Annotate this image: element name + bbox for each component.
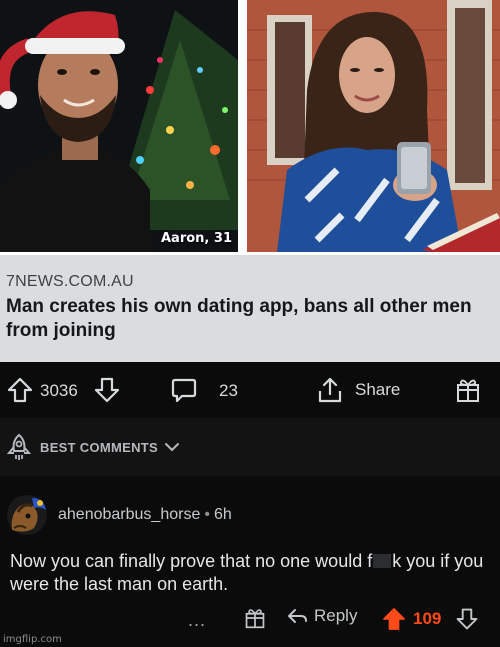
upvote-arrow-filled-icon <box>383 608 405 630</box>
post-comment-count: 23 <box>219 381 238 400</box>
chevron-down-icon <box>165 443 180 452</box>
article-headline: Man creates his own dating app, bans all… <box>6 296 472 341</box>
photo-man-santa-hat: Aaron, 31 <box>0 0 238 252</box>
man-christmas-illustration <box>0 0 238 252</box>
comment-sort-button[interactable]: BEST COMMENTS <box>0 418 500 476</box>
post-share-button[interactable]: Share <box>317 376 400 404</box>
upvote-arrow-icon <box>7 377 33 403</box>
post-vote-count: 3036 <box>40 381 78 400</box>
comment-author[interactable]: ahenobarbus_horse <box>58 506 200 523</box>
reply-button[interactable]: Reply <box>286 606 357 626</box>
rocket-icon <box>6 433 32 460</box>
comment: ahenobarbus_horse • 6h Now you can finally… <box>0 476 500 647</box>
more-options-button[interactable]: ... <box>188 610 206 631</box>
post-downvote-button[interactable] <box>93 376 121 404</box>
article-source: 7NEWS.COM.AU <box>6 273 134 290</box>
comment-body-part-1: Now you can finally prove that no one wo… <box>10 551 373 571</box>
comment-author-line: ahenobarbus_horse • 6h <box>58 506 232 524</box>
woman-phone-illustration <box>247 0 500 252</box>
award-gift-icon <box>457 379 479 402</box>
comment-bubble-icon <box>171 378 197 403</box>
avatar[interactable] <box>6 494 48 536</box>
horse-avatar-icon <box>7 495 47 535</box>
watermark: imgflip.com <box>3 634 62 645</box>
reply-label: Reply <box>314 606 358 625</box>
post-comments-button[interactable] <box>170 376 198 404</box>
separator-dot: • <box>204 506 210 523</box>
comment-score: 109 <box>413 609 442 628</box>
comment-body: Now you can finally prove that no one wo… <box>10 550 495 596</box>
post-action-bar: 3036 23 Share <box>0 362 500 418</box>
article-link-card[interactable]: 7NEWS.COM.AU Man creates his own dating … <box>0 255 500 362</box>
post-award-button[interactable] <box>455 376 481 404</box>
downvote-arrow-icon <box>456 608 478 630</box>
comment-upvote-button[interactable] <box>381 606 407 632</box>
comment-age: 6h <box>213 506 232 523</box>
share-label: Share <box>355 380 401 399</box>
comment-downvote-button[interactable] <box>455 606 479 632</box>
post-upvote-button[interactable] <box>6 376 34 404</box>
photo-woman-phone <box>247 0 500 252</box>
photo-caption: Aaron, 31 <box>161 231 232 246</box>
comment-action-bar: ... Reply 109 <box>0 606 500 636</box>
article-preview-image[interactable]: Aaron, 31 <box>0 0 500 255</box>
reply-arrow-icon <box>288 609 307 623</box>
award-gift-icon <box>245 609 265 629</box>
censor-block <box>373 554 392 568</box>
downvote-arrow-icon <box>94 377 120 403</box>
comment-award-button[interactable] <box>244 606 266 630</box>
share-icon <box>318 377 342 403</box>
sort-label: BEST COMMENTS <box>40 439 159 455</box>
